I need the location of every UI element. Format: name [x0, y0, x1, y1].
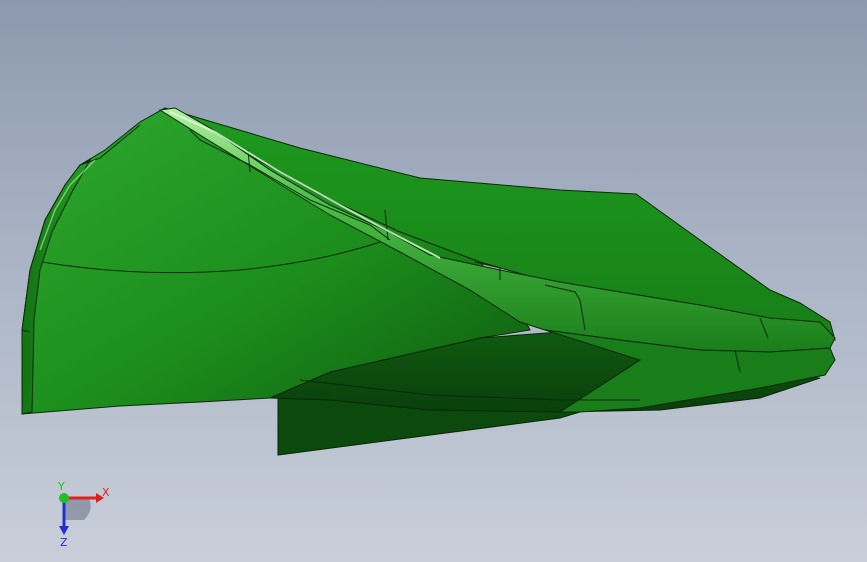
3d-model[interactable]: [0, 0, 867, 562]
z-axis-arrow: [59, 526, 69, 535]
y-axis-label: Y: [57, 480, 65, 493]
y-axis-dot: [59, 493, 69, 503]
axis-triad: X Y Z: [57, 480, 110, 549]
triad-shadow: [64, 498, 91, 520]
z-axis-label: Z: [60, 536, 68, 549]
x-axis-label: X: [102, 486, 110, 499]
3d-viewport[interactable]: X Y Z: [0, 0, 867, 562]
